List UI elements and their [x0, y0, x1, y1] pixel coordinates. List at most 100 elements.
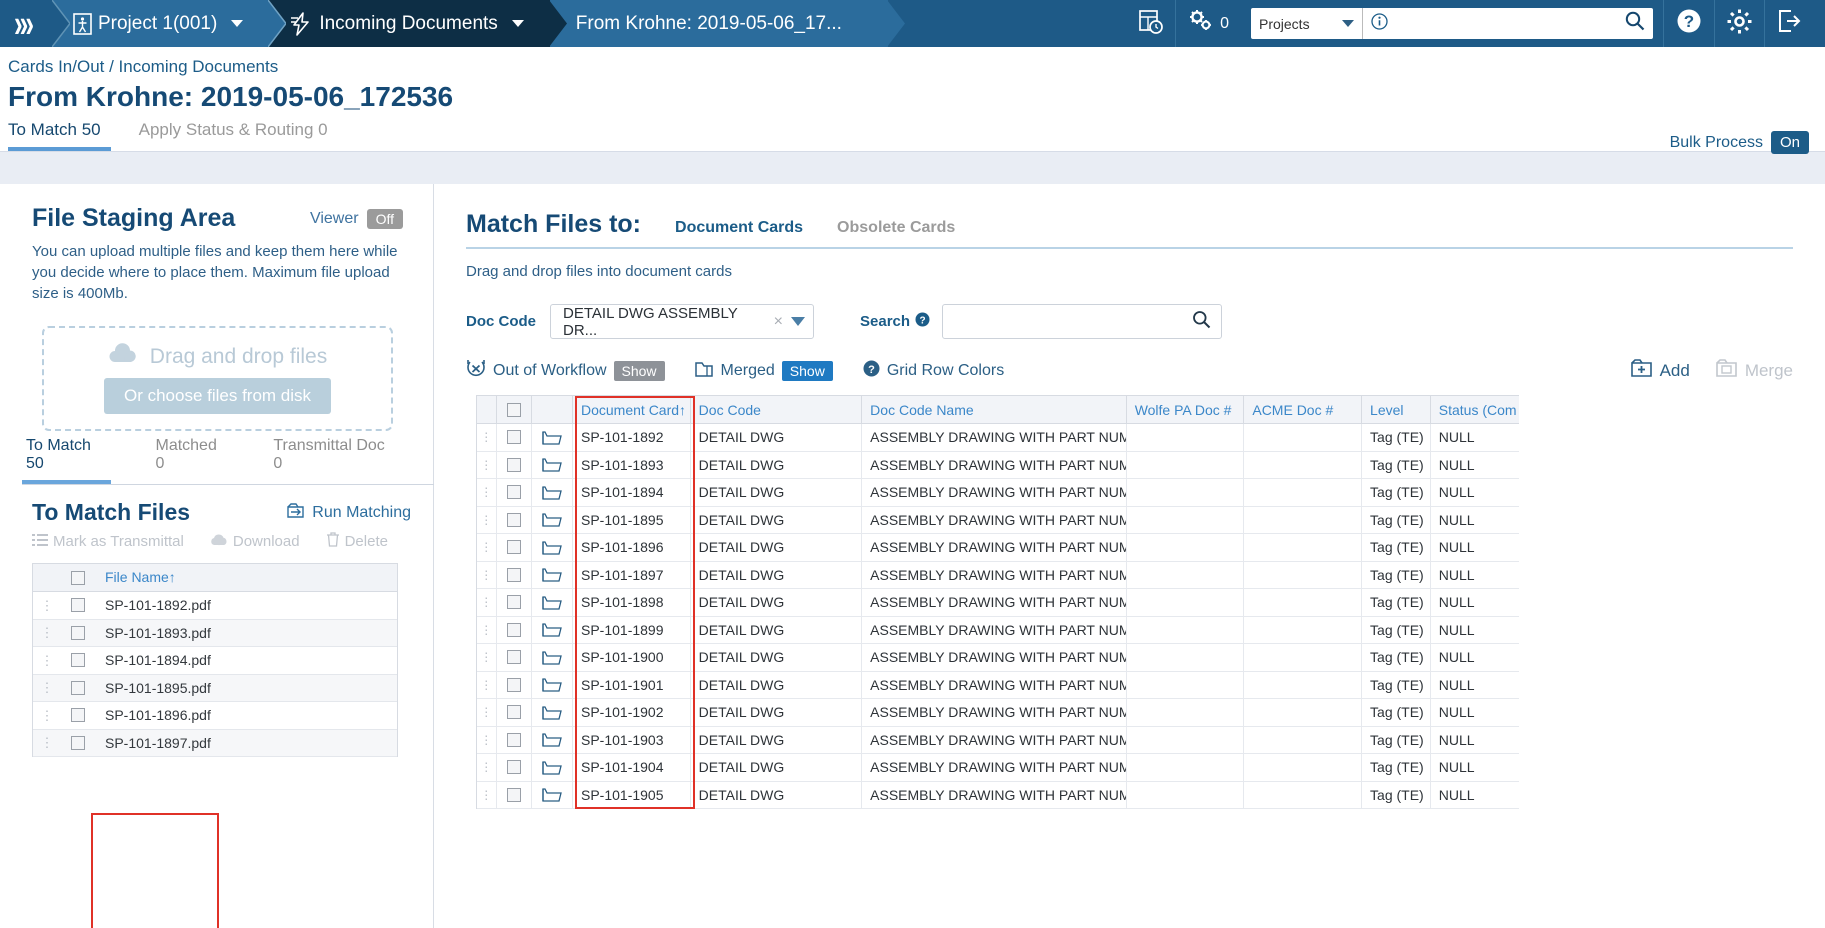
search-icon[interactable]: [1625, 11, 1645, 36]
open-folder-icon[interactable]: [532, 506, 573, 533]
drag-handle-icon[interactable]: ⋮: [33, 709, 61, 722]
breadcrumb-current-document[interactable]: From Krohne: 2019-05-06_17...: [549, 0, 905, 47]
drag-handle-icon[interactable]: ⋮: [477, 671, 497, 698]
grid-select-all-checkbox[interactable]: [497, 396, 532, 423]
open-folder-icon[interactable]: [532, 424, 573, 451]
app-logo-button[interactable]: ›››: [0, 0, 70, 47]
table-row[interactable]: ⋮ SP-101-1894 DETAIL DWG ASSEMBLY DRAWING W…: [477, 479, 1519, 507]
file-list-item[interactable]: ⋮ SP-101-1894.pdf: [33, 647, 397, 675]
viewer-state[interactable]: Off: [366, 208, 403, 229]
open-folder-icon[interactable]: [532, 451, 573, 478]
drag-handle-icon[interactable]: ⋮: [33, 654, 61, 667]
file-list-item[interactable]: ⋮ SP-101-1895.pdf: [33, 674, 397, 702]
doc-code-select[interactable]: DETAIL DWG ASSEMBLY DR... ×: [550, 304, 815, 339]
recent-activity-button[interactable]: [1126, 0, 1175, 47]
file-row-checkbox[interactable]: [61, 735, 95, 750]
col-header-document-card[interactable]: Document Card ↑: [573, 396, 691, 423]
drag-handle-icon[interactable]: ⋮: [477, 534, 497, 561]
file-list-item[interactable]: ⋮ SP-101-1896.pdf: [33, 702, 397, 730]
drag-handle-icon[interactable]: ⋮: [477, 781, 497, 808]
table-row[interactable]: ⋮ SP-101-1902 DETAIL DWG ASSEMBLY DRAWING W…: [477, 699, 1519, 727]
choose-files-button[interactable]: Or choose files from disk: [103, 378, 332, 414]
staging-tab-matched[interactable]: Matched 0: [151, 437, 229, 484]
table-row[interactable]: ⋮ SP-101-1893 DETAIL DWG ASSEMBLY DRAWING W…: [477, 451, 1519, 479]
col-header-level[interactable]: Level: [1362, 396, 1431, 423]
row-checkbox[interactable]: [497, 479, 532, 506]
out-of-workflow-toggle[interactable]: Out of Workflow Show: [466, 359, 665, 383]
row-checkbox[interactable]: [497, 616, 532, 643]
drag-handle-icon[interactable]: ⋮: [477, 726, 497, 753]
viewer-toggle[interactable]: Viewer Off: [310, 208, 403, 229]
open-folder-icon[interactable]: [532, 561, 573, 588]
breadcrumb-project[interactable]: Project 1(001): [52, 0, 287, 47]
staging-tab-to-match[interactable]: To Match 50: [22, 437, 112, 484]
tab-document-cards[interactable]: Document Cards: [675, 219, 803, 237]
file-dropzone[interactable]: Drag and drop files Or choose files from…: [42, 326, 393, 431]
add-card-button[interactable]: Add: [1630, 359, 1690, 383]
delete-button[interactable]: Delete: [326, 532, 388, 551]
table-row[interactable]: ⋮ SP-101-1901 DETAIL DWG ASSEMBLY DRAWING W…: [477, 671, 1519, 699]
open-folder-icon[interactable]: [532, 616, 573, 643]
staging-tab-transmittal-doc[interactable]: Transmittal Doc 0: [269, 437, 394, 484]
table-row[interactable]: ⋮ SP-101-1900 DETAIL DWG ASSEMBLY DRAWING W…: [477, 644, 1519, 672]
help-button[interactable]: ?: [1663, 0, 1714, 47]
drag-handle-icon[interactable]: ⋮: [477, 451, 497, 478]
file-list-item[interactable]: ⋮ SP-101-1892.pdf: [33, 592, 397, 620]
drag-handle-icon[interactable]: ⋮: [477, 424, 497, 451]
drag-handle-icon[interactable]: ⋮: [33, 599, 61, 612]
table-row[interactable]: ⋮ SP-101-1898 DETAIL DWG ASSEMBLY DRAWING W…: [477, 589, 1519, 617]
row-checkbox[interactable]: [497, 534, 532, 561]
search-icon[interactable]: [1192, 310, 1211, 334]
drag-handle-icon[interactable]: ⋮: [33, 736, 61, 749]
drag-handle-icon[interactable]: ⋮: [477, 506, 497, 533]
open-folder-icon[interactable]: [532, 726, 573, 753]
table-row[interactable]: ⋮ SP-101-1892 DETAIL DWG ASSEMBLY DRAWING W…: [477, 424, 1519, 452]
row-checkbox[interactable]: [497, 644, 532, 671]
merged-badge[interactable]: Show: [781, 361, 833, 381]
out-of-workflow-badge[interactable]: Show: [613, 361, 665, 381]
help-icon[interactable]: ?: [915, 312, 930, 331]
open-folder-icon[interactable]: [532, 754, 573, 781]
drag-handle-icon[interactable]: ⋮: [477, 561, 497, 588]
card-search-input[interactable]: [953, 313, 1193, 330]
row-checkbox[interactable]: [497, 754, 532, 781]
settings-button[interactable]: [1714, 0, 1764, 47]
col-header-acme-doc[interactable]: ACME Doc #: [1244, 396, 1363, 423]
tasks-button[interactable]: 0: [1175, 0, 1241, 47]
merge-cards-button[interactable]: Merge: [1716, 359, 1793, 383]
col-header-wolfe-pa-doc[interactable]: Wolfe PA Doc #: [1127, 396, 1245, 423]
open-folder-icon[interactable]: [532, 699, 573, 726]
row-checkbox[interactable]: [497, 451, 532, 478]
drag-handle-icon[interactable]: ⋮: [477, 616, 497, 643]
file-list-item[interactable]: ⋮ SP-101-1897.pdf: [33, 729, 397, 757]
file-select-all-checkbox[interactable]: [61, 570, 95, 585]
info-icon[interactable]: [1371, 12, 1388, 35]
merged-toggle[interactable]: Merged Show: [694, 360, 833, 383]
table-row[interactable]: ⋮ SP-101-1903 DETAIL DWG ASSEMBLY DRAWING W…: [477, 726, 1519, 754]
drag-handle-icon[interactable]: ⋮: [477, 644, 497, 671]
mark-as-transmittal-button[interactable]: Mark as Transmittal: [32, 533, 184, 551]
drag-handle-icon[interactable]: ⋮: [477, 479, 497, 506]
drag-handle-icon[interactable]: ⋮: [33, 681, 61, 694]
table-row[interactable]: ⋮ SP-101-1904 DETAIL DWG ASSEMBLY DRAWING W…: [477, 754, 1519, 782]
row-checkbox[interactable]: [497, 506, 532, 533]
drag-handle-icon[interactable]: ⋮: [33, 626, 61, 639]
chevron-down-icon[interactable]: [231, 20, 244, 27]
open-folder-icon[interactable]: [532, 479, 573, 506]
open-folder-icon[interactable]: [532, 589, 573, 616]
col-header-doc-code[interactable]: Doc Code: [691, 396, 863, 423]
file-row-checkbox[interactable]: [61, 598, 95, 613]
file-row-checkbox[interactable]: [61, 653, 95, 668]
table-row[interactable]: ⋮ SP-101-1897 DETAIL DWG ASSEMBLY DRAWING W…: [477, 561, 1519, 589]
run-matching-button[interactable]: Run Matching: [287, 502, 411, 524]
search-scope-select[interactable]: Projects: [1251, 8, 1363, 39]
clear-icon[interactable]: ×: [766, 313, 791, 331]
file-list-item[interactable]: ⋮ SP-101-1893.pdf: [33, 619, 397, 647]
row-checkbox[interactable]: [497, 589, 532, 616]
open-folder-icon[interactable]: [532, 644, 573, 671]
table-row[interactable]: ⋮ SP-101-1896 DETAIL DWG ASSEMBLY DRAWING W…: [477, 534, 1519, 562]
col-header-status[interactable]: Status (Com: [1431, 396, 1519, 423]
breadcrumb-incoming-documents[interactable]: Incoming Documents: [269, 0, 567, 47]
chevron-down-icon[interactable]: [511, 20, 524, 27]
col-header-doc-code-name[interactable]: Doc Code Name: [862, 396, 1127, 423]
